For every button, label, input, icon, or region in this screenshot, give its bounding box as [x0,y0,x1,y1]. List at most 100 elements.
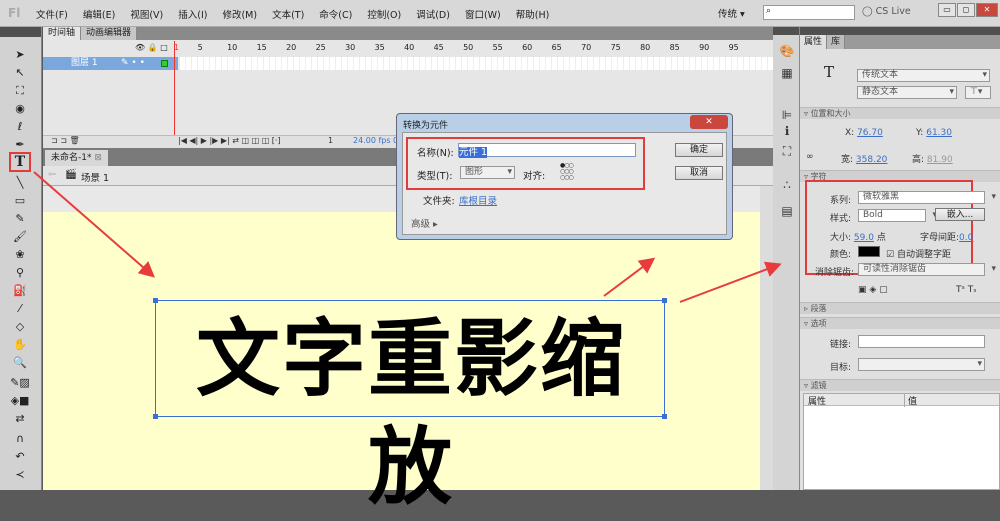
paint-bucket-icon[interactable]: ⛽ [10,283,30,299]
transform-icon[interactable]: ⛶ [779,143,795,159]
zoom-tool-icon[interactable]: 🔍 [10,355,30,371]
menu-view[interactable]: 视图(V) [130,7,163,21]
stage-scrollbar[interactable] [760,186,773,490]
menu-control[interactable]: 控制(O) [367,7,401,21]
tab-motion-editor[interactable]: 动画编辑器 [81,27,138,40]
components-icon[interactable]: ▤ [779,203,795,219]
workspace-switcher[interactable]: 传统 ▾ [718,6,745,20]
link-input[interactable] [858,335,985,348]
text-type-select[interactable]: 静态文本 ▾ [857,86,957,99]
tab-library[interactable]: 库 [827,35,846,49]
cancel-button[interactable]: 取消 [675,166,723,180]
eyedropper-icon[interactable]: ⁄ [10,301,30,317]
letter-spacing-value[interactable]: 0.0 [959,233,973,243]
straighten-icon[interactable]: ≺ [10,467,30,483]
close-window-button[interactable]: ✕ [976,3,998,17]
new-layer-icon[interactable]: ⊐ ⊐ 🗑 [51,136,80,145]
width-value[interactable]: 358.20 [856,155,888,165]
align-icon[interactable]: ⊫ [779,107,795,123]
document-tab[interactable]: 未命名-1* ⊠ [45,150,108,166]
frame-rate[interactable]: 24.00 fps [353,136,391,145]
stage-text[interactable]: 文字重影缩放 [156,305,666,521]
dialog-close-button[interactable]: ✕ [690,115,728,129]
menu-debug[interactable]: 调试(D) [416,7,450,21]
bone-tool-icon[interactable]: ⚲ [10,265,30,281]
frame-cells[interactable] [180,57,780,70]
tab-properties[interactable]: 属性 [800,35,828,49]
search-input[interactable]: ⌕ [763,5,855,20]
superscript-subscript-icons[interactable]: Tˢ Tₛ [956,285,977,295]
text-orientation-select[interactable]: ⊤▾ [965,86,991,99]
menu-window[interactable]: 窗口(W) [465,7,501,21]
tab-timeline[interactable]: 时间轴 [43,27,82,40]
selection-tool-icon[interactable]: ➤ [10,47,30,63]
free-transform-tool-icon[interactable]: ⛶ [10,83,30,99]
ok-button[interactable]: 确定 [675,143,723,157]
frame-ruler[interactable]: 1 5 10 15 20 25 30 35 40 45 50 55 60 65 70 75 80 85 90 95 [43,41,773,55]
layer-row[interactable]: 图层 1 ✎ • • [43,57,178,70]
section-position-size[interactable]: ▿ 位置和大小 [800,107,1000,119]
menu-insert[interactable]: 插入(I) [178,7,207,21]
symbol-name-input[interactable]: 元件 1 [458,143,636,158]
cs-live-button[interactable]: ◯ CS Live [862,6,911,17]
text-engine-select[interactable]: 传统文本 ▾ [857,69,990,82]
registration-grid-icon[interactable]: ●○○ ○○○ ○○○ [560,163,574,181]
menu-modify[interactable]: 修改(M) [222,7,257,21]
line-tool-icon[interactable]: ╲ [10,175,30,191]
resize-handle[interactable] [662,298,667,303]
autokern-checkbox[interactable]: ☑ [886,250,894,260]
pen-tool-icon[interactable]: ✒ [10,137,30,153]
font-family-select[interactable]: 微软雅黑 ▾ [858,191,996,204]
embed-button[interactable]: 嵌入... [935,208,985,221]
minimize-button[interactable]: ▭ [938,3,956,17]
swap-colors-icon[interactable]: ⇄ [10,411,30,427]
lasso-tool-icon[interactable]: ℓ [10,119,30,135]
menu-file[interactable]: 文件(F) [36,7,68,21]
text-tool-icon[interactable]: T [9,152,31,172]
subselection-tool-icon[interactable]: ↖ [10,65,30,81]
motion-presets-icon[interactable]: ∴ [779,177,795,193]
font-size-value[interactable]: 59.0 [854,233,874,243]
close-tab-icon[interactable]: ⊠ [94,153,102,163]
brush-tool-icon[interactable]: 🖌 [10,229,30,245]
menu-text[interactable]: 文本(T) [272,7,304,21]
advanced-toggle[interactable]: 高级 ▸ [411,216,438,230]
anti-alias-select[interactable]: 可读性消除锯齿 ▾ [858,263,996,276]
stroke-color-icon[interactable]: ✎▨ [10,375,30,391]
swatches-icon[interactable]: ▦ [779,65,795,81]
rectangle-tool-icon[interactable]: ▭ [10,193,30,209]
back-arrow-icon[interactable]: ⇦ [48,169,56,180]
text-color-swatch[interactable] [858,246,880,257]
x-value[interactable]: 76.70 [857,128,883,138]
pencil-tool-icon[interactable]: ✎ [10,211,30,227]
resize-handle[interactable] [153,298,158,303]
font-style-select[interactable]: Bold▾ [858,209,937,222]
symbol-type-select[interactable]: 图形 ▾ [460,166,515,179]
playhead[interactable] [174,41,180,149]
deco-tool-icon[interactable]: ❀ [10,247,30,263]
menu-commands[interactable]: 命令(C) [319,7,352,21]
resize-handle[interactable] [662,414,667,419]
section-filters[interactable]: ▿ 滤镜 [800,379,1000,391]
hand-tool-icon[interactable]: ✋ [10,337,30,353]
target-select[interactable]: ▾ [858,358,985,371]
playback-controls[interactable]: |◀ ◀| ▶ |▶ ▶| ⇄ ◫ ◫ ◫ [·] [178,136,281,145]
menu-edit[interactable]: 编辑(E) [83,7,115,21]
resize-handle[interactable] [153,414,158,419]
y-value[interactable]: 61.30 [926,128,952,138]
folder-link[interactable]: 库根目录 [459,193,497,207]
3d-rotation-tool-icon[interactable]: ◉ [10,101,30,117]
selectable-text-icons[interactable]: ▣ ◈ ▢ [858,285,888,295]
section-paragraph[interactable]: ▹ 段落 [800,302,1000,314]
eraser-icon[interactable]: ◇ [10,319,30,335]
color-icon[interactable]: 🎨 [779,43,795,59]
snap-icon[interactable]: ∩ [10,431,30,447]
section-options[interactable]: ▿ 选项 [800,317,1000,329]
maximize-button[interactable]: ◻ [957,3,975,17]
lock-aspect-icon[interactable]: ∞ [806,152,814,162]
selected-text-field[interactable]: 文字重影缩放 [153,298,667,516]
scene-name[interactable]: 场景 1 [81,170,109,184]
menu-help[interactable]: 帮助(H) [516,7,550,21]
info-icon[interactable]: ℹ [779,123,795,139]
fill-color-icon[interactable]: ◈■ [10,393,30,409]
